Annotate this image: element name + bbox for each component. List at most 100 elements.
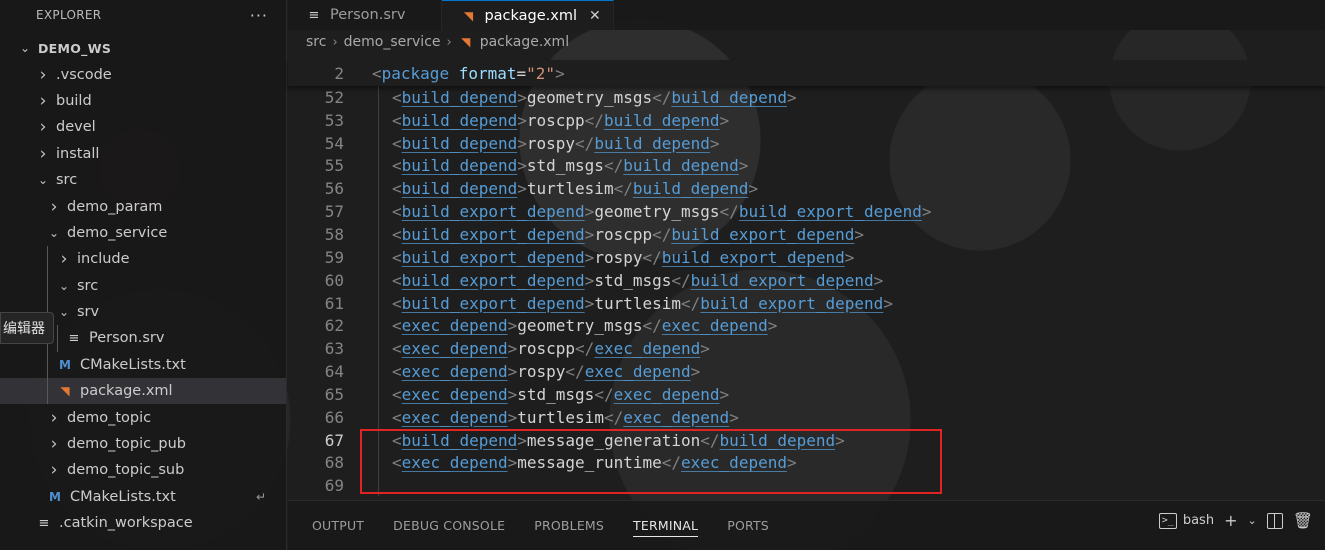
- code-line[interactable]: 66 <exec_depend>turtlesim</exec_depend>: [288, 406, 1325, 429]
- chevron-right-icon: ›: [60, 249, 68, 270]
- code-line[interactable]: 68 <exec_depend>message_runtime</exec_dep…: [288, 452, 1325, 475]
- tab-person-srv[interactable]: ≡ Person.srv: [288, 0, 443, 30]
- tree-item-src[interactable]: ⌄ src: [0, 272, 286, 299]
- panel-tab-terminal[interactable]: TERMINAL: [633, 515, 699, 537]
- panel-tab-debug-console[interactable]: DEBUG CONSOLE: [393, 515, 505, 537]
- tree-item-label: package.xml: [80, 383, 173, 400]
- xml-open-tag: build_depend: [401, 156, 518, 176]
- code-line[interactable]: 59 <build_export_depend>rospy</build_expo…: [288, 246, 1325, 269]
- line-number: 56: [324, 179, 344, 199]
- close-icon[interactable]: ✕: [589, 8, 601, 24]
- tab-package-xml[interactable]: ◥ package.xml ✕: [442, 0, 614, 30]
- tree-item-label: build: [56, 92, 92, 109]
- tree-item-demo-service[interactable]: ⌄ demo_service: [0, 220, 286, 246]
- code-line[interactable]: 64 <exec_depend>rospy</exec_depend>: [288, 360, 1325, 383]
- tree-item-cmakelists-txt[interactable]: M CMakeLists.txt ↵: [0, 484, 286, 510]
- xml-text: rospy: [526, 133, 576, 153]
- code-text: <build_export_depend>geometry_msgs</buil…: [392, 202, 932, 222]
- code-line[interactable]: 54 <build_depend>rospy</build_depend>: [288, 132, 1325, 155]
- line-number: 52: [324, 87, 344, 107]
- terminal-selector[interactable]: >_ bash: [1158, 512, 1214, 529]
- code-line[interactable]: 62 <exec_depend>geometry_msgs</exec_depen…: [288, 314, 1325, 337]
- tree-item-src[interactable]: ⌄ src: [0, 167, 286, 193]
- code-text: <exec_depend>roscpp</exec_depend>: [392, 339, 710, 359]
- tree-item-demo-param[interactable]: › demo_param: [0, 193, 286, 219]
- code-line[interactable]: 63 <exec_depend>roscpp</exec_depend>: [288, 337, 1325, 360]
- chevron-right-icon: ›: [39, 90, 47, 111]
- tree-item-demo-topic[interactable]: › demo_topic: [0, 404, 286, 430]
- tree-item-label: demo_topic_sub: [67, 462, 185, 479]
- panel-tab-ports[interactable]: PORTS: [727, 515, 769, 537]
- xml-close-tag: exec_depend: [594, 339, 701, 359]
- xml-close-tag: exec_depend: [584, 362, 691, 382]
- line-number: 57: [324, 202, 344, 222]
- xml-open-tag: build_depend: [401, 110, 518, 130]
- tree-item-label: src: [56, 172, 78, 189]
- panel-tab-problems[interactable]: PROBLEMS: [534, 515, 604, 537]
- code-line[interactable]: 55 <build_depend>std_msgs</build_depend>: [288, 155, 1325, 178]
- tree-item-label: src: [77, 277, 99, 294]
- list-icon: ≡: [68, 330, 80, 346]
- tree-item-demo-topic-pub[interactable]: › demo_topic_pub: [0, 431, 286, 457]
- indent-guide: [47, 272, 48, 299]
- xml-close-tag: exec_depend: [613, 384, 720, 404]
- code-line[interactable]: 53 <build_depend>roscpp</build_depend>: [288, 109, 1325, 132]
- chevron-right-icon: ›: [39, 64, 47, 85]
- tree-item-package-xml[interactable]: ◥ package.xml: [0, 378, 286, 405]
- explorer-header: EXPLORER ···: [0, 0, 286, 30]
- code-line[interactable]: 65 <exec_depend>std_msgs</exec_depend>: [288, 383, 1325, 406]
- line-number: 54: [324, 133, 344, 153]
- panel-actions: >_ bash + ⌄ 🗑: [1158, 511, 1313, 530]
- tree-item-demo-topic-sub[interactable]: › demo_topic_sub: [0, 457, 286, 483]
- indent-guide: [47, 246, 48, 273]
- tree-item-label: demo_topic_pub: [67, 436, 186, 453]
- breadcrumb-item-package-xml[interactable]: package.xml: [480, 34, 569, 50]
- add-terminal-icon[interactable]: +: [1224, 511, 1237, 530]
- tree-item-build[interactable]: › build: [0, 88, 286, 114]
- tree-item-label: Person.srv: [89, 330, 165, 347]
- panel-tab-output[interactable]: OUTPUT: [312, 515, 364, 537]
- xml-text: rospy: [594, 247, 643, 267]
- code-line[interactable]: 61 <build_export_depend>turtlesim</build_…: [288, 292, 1325, 315]
- xml-open-tag: exec_depend: [401, 407, 508, 427]
- xml-attr: format: [458, 63, 517, 83]
- code-text: <build_depend>message_generation</build_…: [392, 430, 845, 450]
- code-text: <build_export_depend>rospy</build_export…: [392, 247, 855, 267]
- tree-item-devel[interactable]: › devel: [0, 114, 286, 140]
- line-number: 59: [324, 247, 344, 267]
- trash-icon[interactable]: 🗑: [1293, 511, 1313, 530]
- tree-item-label: devel: [56, 119, 96, 136]
- code-line[interactable]: 56 <build_depend>turtlesim</build_depend>: [288, 177, 1325, 200]
- code-line[interactable]: 69: [288, 474, 1325, 497]
- xml-text: message_generation: [526, 430, 701, 450]
- chevron-down-icon: ⌄: [48, 225, 60, 240]
- code-line[interactable]: 67 <build_depend>message_generation</buil…: [288, 429, 1325, 452]
- code-line[interactable]: 60 <build_export_depend>std_msgs</build_e…: [288, 269, 1325, 292]
- tree-item-install[interactable]: › install: [0, 141, 286, 167]
- code-line[interactable]: 58 <build_export_depend>roscpp</build_exp…: [288, 223, 1325, 246]
- tree-item-vscode[interactable]: › .vscode: [0, 61, 286, 87]
- breadcrumb-item-demo-service[interactable]: demo_service: [344, 34, 441, 50]
- sticky-scroll-line[interactable]: 2 <package format="2">: [288, 60, 1325, 86]
- tree-item-label: install: [56, 145, 100, 162]
- tab-label: package.xml: [484, 7, 577, 24]
- code-lines[interactable]: 52 <build_depend>geometry_msgs</build_dep…: [288, 86, 1325, 497]
- chevron-right-icon: ›: [39, 117, 47, 138]
- xml-text: roscpp: [526, 110, 585, 130]
- split-terminal-icon[interactable]: [1266, 512, 1283, 529]
- xml-close-tag: exec_depend: [661, 316, 768, 336]
- line-number: 68: [324, 453, 344, 473]
- xml-text: roscpp: [517, 339, 576, 359]
- tree-item-include[interactable]: › include: [0, 246, 286, 273]
- chevron-down-icon[interactable]: ⌄: [1247, 514, 1256, 527]
- tree-item-catkin-workspace[interactable]: ≡ .catkin_workspace: [0, 510, 286, 536]
- code-line[interactable]: 52 <build_depend>geometry_msgs</build_dep…: [288, 86, 1325, 109]
- code-text: <build_export_depend>roscpp</build_expor…: [392, 224, 865, 244]
- tree-root-demo-ws[interactable]: ⌄ DEMO_WS: [0, 35, 286, 61]
- more-actions-icon[interactable]: ···: [250, 6, 268, 25]
- indent-guide: [47, 351, 48, 379]
- code-line[interactable]: 57 <build_export_depend>geometry_msgs</bu…: [288, 200, 1325, 223]
- breadcrumb-item-src[interactable]: src: [306, 34, 326, 50]
- chevron-right-icon: ›: [50, 434, 58, 455]
- tree-item-cmakelists-txt[interactable]: M CMakeLists.txt: [0, 351, 286, 379]
